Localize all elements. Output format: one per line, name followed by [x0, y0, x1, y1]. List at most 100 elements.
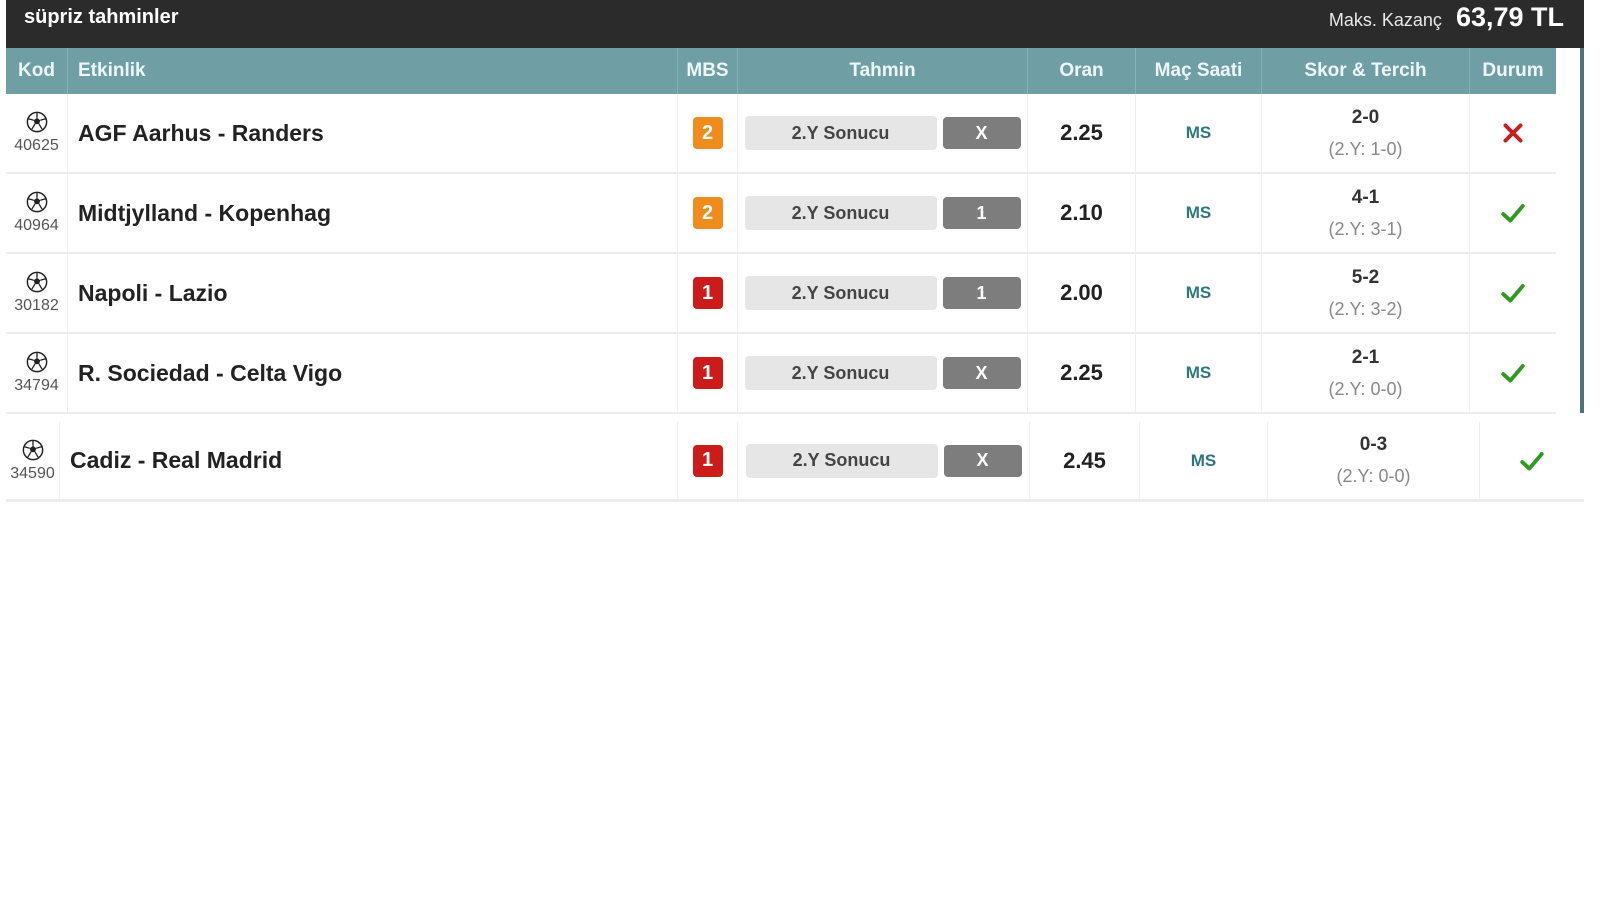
mbs-cell: 2 — [678, 174, 738, 252]
status-cell — [1470, 254, 1556, 332]
mbs-cell: 2 — [678, 94, 738, 172]
mbs-badge: 1 — [692, 277, 723, 309]
soccer-ball-icon — [26, 271, 47, 293]
check-icon — [1520, 451, 1544, 471]
status-cell — [1470, 334, 1556, 412]
mbs-cell: 1 — [678, 334, 738, 412]
event-name[interactable]: AGF Aarhus - Randers — [68, 94, 678, 172]
prediction-choice: X — [943, 444, 1022, 477]
prediction-choice: X — [942, 117, 1021, 149]
second-half-score: (2.Y: 0-0) — [1328, 378, 1403, 399]
final-score: 2-0 — [1351, 106, 1380, 128]
event-code: 40625 — [14, 137, 59, 154]
odds-value: 2.25 — [1028, 334, 1136, 412]
prediction-cell: 2.Y Sonucu 1 — [738, 254, 1028, 332]
check-icon — [1501, 364, 1525, 383]
event-code: 40964 — [14, 217, 59, 234]
code-cell: 34590 — [6, 422, 60, 499]
odds-value: 2.00 — [1028, 254, 1136, 332]
status-cell — [1470, 174, 1556, 252]
event-code: 34794 — [14, 377, 59, 394]
mbs-badge: 1 — [692, 357, 723, 389]
match-time: MS — [1136, 254, 1262, 332]
event-name[interactable]: Napoli - Lazio — [68, 254, 678, 332]
col-durum: Durum — [1482, 60, 1544, 81]
event-code: 30182 — [14, 297, 59, 314]
second-half-score: (2.Y: 1-0) — [1328, 138, 1403, 159]
prediction-cell: 2.Y Sonucu X — [738, 422, 1030, 499]
prediction-choice: X — [942, 357, 1021, 389]
col-etkinlik: Etkinlik — [68, 48, 678, 94]
scroll-accent-bar — [1580, 48, 1584, 413]
prediction-market: 2.Y Sonucu — [744, 116, 937, 150]
prediction-market: 2.Y Sonucu — [744, 356, 937, 390]
status-cell — [1470, 94, 1556, 172]
mbs-cell: 1 — [678, 422, 738, 499]
surprise-predictions-panel: süpriz tahminler Maks. Kazanç 63,79 TL K… — [6, 0, 1584, 502]
second-half-score: (2.Y: 3-1) — [1328, 218, 1403, 239]
code-cell: 34794 — [6, 334, 68, 412]
soccer-ball-icon — [26, 191, 47, 213]
final-score: 0-3 — [1359, 434, 1388, 455]
col-kod: Kod — [6, 48, 68, 94]
table-row[interactable]: 30182 Napoli - Lazio 1 2.Y Sonucu 1 2.00… — [6, 254, 1556, 334]
table-header: Kod Etkinlik MBS Tahmin Oran Maç Saati S… — [6, 48, 1556, 94]
score-cell: 4-1 (2.Y: 3-1) — [1262, 174, 1470, 252]
soccer-ball-icon — [26, 111, 47, 133]
cross-icon — [1503, 123, 1523, 143]
table-body: 40625 AGF Aarhus - Randers 2 2.Y Sonucu … — [6, 94, 1584, 502]
max-win: Maks. Kazanç 63,79 TL — [1329, 2, 1564, 33]
max-win-value: 63,79 TL — [1455, 1, 1564, 32]
panel-header: süpriz tahminler Maks. Kazanç 63,79 TL — [6, 0, 1584, 48]
col-mac-saati: Maç Saati — [1136, 48, 1262, 94]
soccer-ball-icon — [26, 351, 47, 373]
col-skor: Skor & Tercih — [1262, 48, 1470, 94]
table-row[interactable]: 34794 R. Sociedad - Celta Vigo 1 2.Y Son… — [6, 334, 1556, 414]
max-win-label: Maks. Kazanç — [1328, 9, 1442, 30]
second-half-score: (2.Y: 0-0) — [1336, 466, 1411, 486]
status-cell — [1480, 422, 1584, 499]
prediction-cell: 2.Y Sonucu X — [738, 94, 1028, 172]
code-cell: 40625 — [6, 94, 68, 172]
event-name[interactable]: R. Sociedad - Celta Vigo — [68, 334, 678, 412]
second-half-score: (2.Y: 3-2) — [1328, 298, 1403, 319]
col-oran: Oran — [1028, 48, 1136, 94]
check-icon — [1501, 284, 1525, 303]
odds-value: 2.25 — [1028, 94, 1136, 172]
col-tahmin: Tahmin — [738, 48, 1028, 94]
match-time: MS — [1136, 94, 1262, 172]
event-code: 34590 — [10, 464, 55, 482]
col-mbs: MBS — [678, 48, 738, 94]
prediction-market: 2.Y Sonucu — [745, 443, 938, 478]
table-row[interactable]: 34590 Cadiz - Real Madrid 1 2.Y Sonucu X… — [6, 422, 1584, 502]
prediction-market: 2.Y Sonucu — [744, 196, 937, 230]
score-cell: 2-0 (2.Y: 1-0) — [1262, 94, 1470, 172]
odds-value: 2.45 — [1030, 422, 1140, 499]
score-cell: 2-1 (2.Y: 0-0) — [1262, 334, 1470, 412]
final-score: 2-1 — [1351, 346, 1380, 368]
code-cell: 30182 — [6, 254, 68, 332]
prediction-cell: 2.Y Sonucu X — [738, 334, 1028, 412]
match-time: MS — [1136, 174, 1262, 252]
prediction-cell: 2.Y Sonucu 1 — [738, 174, 1028, 252]
prediction-choice: 1 — [942, 277, 1021, 309]
mbs-badge: 1 — [692, 444, 723, 477]
panel-title: süpriz tahminler — [24, 5, 179, 28]
mbs-badge: 2 — [692, 197, 723, 229]
match-time: MS — [1136, 334, 1262, 412]
event-name[interactable]: Midtjylland - Kopenhag — [68, 174, 678, 252]
final-score: 5-2 — [1351, 266, 1380, 288]
event-name[interactable]: Cadiz - Real Madrid — [60, 422, 678, 499]
mbs-cell: 1 — [678, 254, 738, 332]
table-row[interactable]: 40964 Midtjylland - Kopenhag 2 2.Y Sonuc… — [6, 174, 1556, 254]
prediction-market: 2.Y Sonucu — [744, 276, 937, 310]
table-row[interactable]: 40625 AGF Aarhus - Randers 2 2.Y Sonucu … — [6, 94, 1556, 174]
odds-value: 2.10 — [1028, 174, 1136, 252]
mbs-badge: 2 — [692, 117, 723, 149]
final-score: 4-1 — [1351, 186, 1380, 208]
prediction-choice: 1 — [942, 197, 1021, 229]
check-icon — [1501, 204, 1525, 223]
score-cell: 5-2 (2.Y: 3-2) — [1262, 254, 1470, 332]
score-cell: 0-3 (2.Y: 0-0) — [1268, 422, 1480, 499]
match-time: MS — [1140, 422, 1268, 499]
